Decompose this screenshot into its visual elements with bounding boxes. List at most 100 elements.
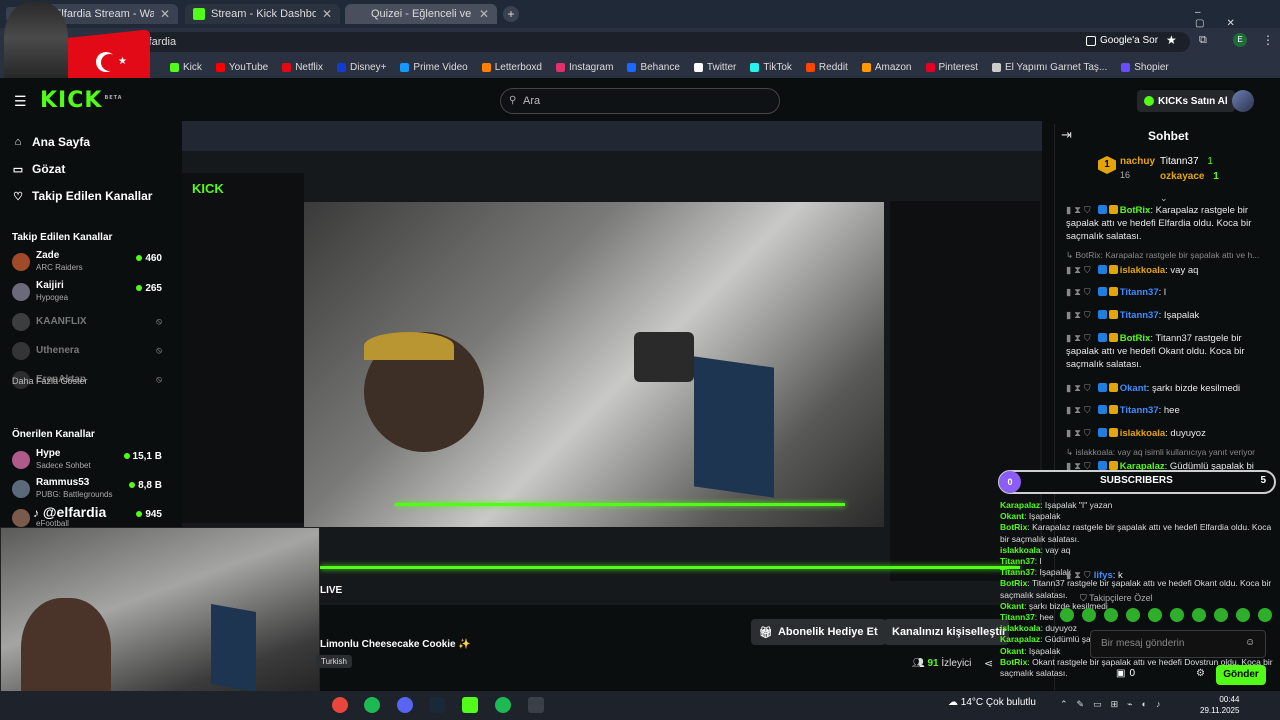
- bookmark-item[interactable]: Behance: [627, 62, 680, 73]
- emote-icon[interactable]: [1104, 608, 1118, 622]
- bookmark-item[interactable]: Shopier: [1121, 62, 1169, 73]
- window-controls[interactable]: –▢✕: [1195, 7, 1280, 29]
- close-tab-icon[interactable]: ✕: [160, 7, 170, 21]
- extensions-icon[interactable]: ⧉: [1199, 34, 1207, 47]
- emote-icon[interactable]: [1192, 608, 1206, 622]
- steam-icon[interactable]: [429, 697, 445, 713]
- url-field[interactable]: elfardia: [120, 32, 1190, 52]
- bookmark-item[interactable]: Netflix: [282, 62, 323, 73]
- language-tag[interactable]: Turkish: [316, 655, 352, 668]
- tab-dashboard[interactable]: Stream - Kick Dashboard ✕: [185, 4, 340, 24]
- show-more-link[interactable]: Daha Fazla Göster: [12, 376, 88, 386]
- bookmark-item[interactable]: Pinterest: [925, 62, 978, 73]
- close-tab-icon[interactable]: ✕: [479, 7, 489, 21]
- chat-username[interactable]: Titann37: [1120, 310, 1159, 321]
- emote-icon[interactable]: [1060, 608, 1074, 622]
- bookmark-item[interactable]: Amazon: [861, 62, 912, 73]
- followed-channel-0[interactable]: Zade ARC Raiders 460: [12, 250, 162, 276]
- customize-channel-button[interactable]: Kanalınızı kişiselleştir: [884, 619, 1009, 645]
- user-avatar[interactable]: [1232, 90, 1254, 112]
- buy-kicks-button[interactable]: KICKs Satın Al: [1137, 90, 1235, 112]
- bookmark-item[interactable]: Disney+: [337, 62, 386, 73]
- emote-icon[interactable]: [1170, 608, 1184, 622]
- bookmark-star-icon[interactable]: ★: [1166, 33, 1177, 47]
- tab-quizei[interactable]: Quizei - Eğlenceli ve etkileşim ✕: [345, 4, 497, 24]
- kick-logo[interactable]: KICK BETA: [40, 88, 123, 113]
- bookmark-item[interactable]: Reddit: [805, 62, 848, 73]
- nav-browse[interactable]: ▭ Gözat: [12, 162, 66, 176]
- chat-username[interactable]: Titann37: [1120, 405, 1159, 416]
- bookmark-item[interactable]: YouTube: [215, 62, 268, 73]
- chat-username[interactable]: BotRix: [1120, 205, 1151, 216]
- settings-app-icon[interactable]: [528, 697, 544, 713]
- bookmark-item[interactable]: Prime Video: [400, 62, 468, 73]
- subscriber-badge-icon: [1108, 428, 1118, 437]
- mod-actions-icon[interactable]: ▮⧗⛉: [1066, 205, 1094, 216]
- chat-username[interactable]: Okant: [1120, 383, 1147, 394]
- chat-username[interactable]: BotRix: [1120, 333, 1151, 344]
- bookmark-item[interactable]: Letterboxd: [481, 62, 542, 73]
- share-icon[interactable]: ⋖: [984, 657, 993, 670]
- recommended-channel-1[interactable]: Rammus53 PUBG: Battlegrounds 8,8 B: [12, 477, 162, 503]
- emote-icon[interactable]: [1214, 608, 1228, 622]
- chat-settings-icon[interactable]: ⚙: [1196, 668, 1205, 679]
- weather-widget[interactable]: ☁︎ 14°C Çok bulutlu: [948, 697, 1036, 708]
- hamburger-menu-icon[interactable]: ☰: [14, 93, 27, 110]
- followed-channel-3[interactable]: Uthenera ⦸: [12, 339, 162, 365]
- new-tab-button[interactable]: +: [503, 6, 519, 22]
- google-ask-button[interactable]: Google'a Sor: [1086, 35, 1158, 46]
- bookmark-item[interactable]: Kick: [170, 62, 202, 73]
- overlay-username: BotRix: [1000, 578, 1028, 589]
- menu-dots-icon[interactable]: ⋮: [1262, 33, 1274, 47]
- chat-username[interactable]: islakkoala: [1120, 428, 1165, 439]
- kick-app-icon[interactable]: [462, 697, 478, 713]
- collapse-chat-icon[interactable]: ⇥: [1061, 127, 1072, 143]
- nav-following[interactable]: ♡ Takip Edilen Kanallar: [12, 189, 152, 203]
- bookmark-item[interactable]: El Yapımı Garnet Taş...: [991, 62, 1107, 73]
- overlay-username: islakkoala: [1000, 623, 1041, 634]
- chrome-icon[interactable]: [332, 697, 348, 713]
- followed-channel-1[interactable]: Kaijiri Hypogea 265: [12, 280, 162, 306]
- emote-icon[interactable]: [1126, 608, 1140, 622]
- emote-icon[interactable]: [1148, 608, 1162, 622]
- overlay-chat-line: Titann37: Işapalak: [1000, 567, 1280, 578]
- discord-icon[interactable]: [397, 697, 413, 713]
- profile-icon[interactable]: E: [1233, 33, 1247, 47]
- gift-subscription-button[interactable]: 🎁︎ Abonelik Hediye Et: [751, 619, 886, 645]
- kicks-balance[interactable]: ▣ 0: [1116, 668, 1135, 679]
- overlay-username: BotRix: [1000, 656, 1028, 667]
- bookmark-item[interactable]: TikTok: [750, 62, 792, 73]
- mod-actions-icon[interactable]: ▮⧗⛉: [1066, 287, 1094, 298]
- recommended-channel-0[interactable]: Hype Sadece Sohbet 15,1 B: [12, 448, 162, 474]
- nav-home[interactable]: ⌂ Ana Sayfa: [12, 135, 90, 149]
- mod-actions-icon[interactable]: ▮⧗⛉: [1066, 405, 1094, 416]
- emote-icon[interactable]: [1236, 608, 1250, 622]
- bookmark-item[interactable]: Twitter: [693, 62, 736, 73]
- followed-channel-2[interactable]: KAANFLIX ⦸: [12, 310, 162, 336]
- expand-banner-icon[interactable]: ⌄: [1160, 193, 1168, 204]
- chat-username[interactable]: Titann37: [1120, 287, 1159, 298]
- overlay-text: : vay aq: [1040, 544, 1071, 555]
- mod-actions-icon[interactable]: ▮⧗⛉: [1066, 310, 1094, 321]
- top-subscriber-1: Titann37 1: [1160, 156, 1213, 167]
- chat-username[interactable]: islakkoala: [1120, 265, 1165, 276]
- spotify-icon[interactable]: [364, 697, 380, 713]
- mod-actions-icon[interactable]: ▮⧗⛉: [1066, 333, 1094, 344]
- emote-icon[interactable]: [1258, 608, 1272, 622]
- emoji-picker-icon[interactable]: ☺: [1245, 637, 1255, 648]
- system-tray-icons[interactable]: ⌃✎▭⊞⌁◐♪: [1060, 699, 1169, 710]
- emote-icon[interactable]: [1082, 608, 1096, 622]
- taskbar-clock[interactable]: 00:44 29.11.2025: [1200, 694, 1239, 716]
- send-message-button[interactable]: Gönder: [1216, 665, 1266, 685]
- bookmark-item[interactable]: Instagram: [555, 62, 613, 73]
- close-tab-icon[interactable]: ✕: [322, 7, 332, 21]
- chat-message-input[interactable]: Bir mesaj gönderin: [1090, 630, 1266, 658]
- mod-actions-icon[interactable]: ▮⧗⛉: [1066, 428, 1094, 439]
- spotify-icon[interactable]: [495, 697, 511, 713]
- search-input[interactable]: ⚲ Ara: [500, 88, 780, 114]
- overlay-username: Titann37: [1000, 612, 1035, 623]
- chat-message: ▮⧗⛉lifys: k: [1066, 570, 1123, 581]
- chat-username[interactable]: lifys: [1094, 570, 1113, 581]
- mod-actions-icon[interactable]: ▮⧗⛉: [1066, 383, 1094, 394]
- mod-actions-icon[interactable]: ▮⧗⛉: [1066, 265, 1094, 276]
